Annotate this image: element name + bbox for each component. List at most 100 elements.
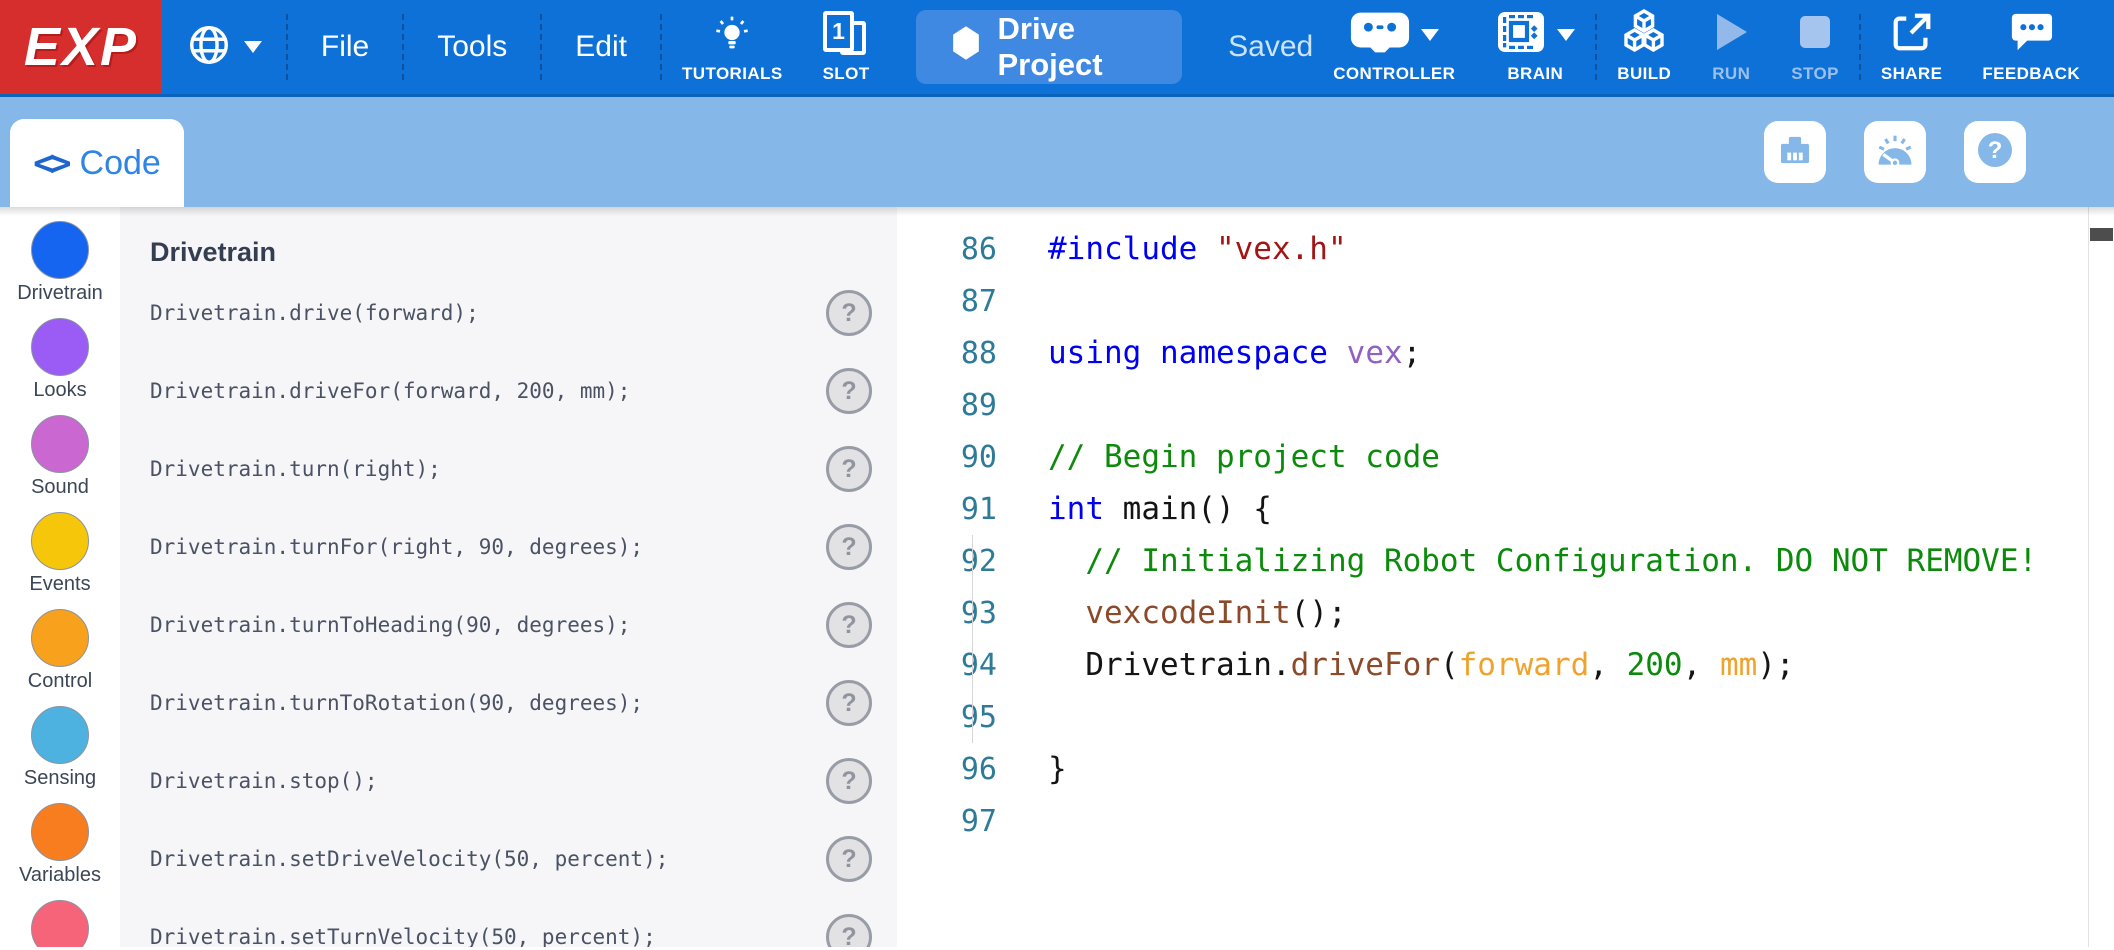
brain-label: BRAIN	[1507, 64, 1563, 84]
tutorials-button[interactable]: TUTORIALS	[662, 0, 803, 94]
line-number: 91	[897, 492, 997, 527]
menu-bar-left: FileToolsEdit	[162, 0, 662, 94]
command-item[interactable]: Drivetrain.turn(right);?	[120, 430, 897, 508]
category-circle-icon	[31, 512, 89, 570]
controller-button[interactable]: CONTROLLER	[1313, 0, 1475, 94]
token-plain: Drivetrain.	[1048, 647, 1291, 683]
menu-item-tools[interactable]: Tools	[404, 0, 540, 94]
devices-button[interactable]	[1764, 121, 1826, 183]
stop-button[interactable]: STOP	[1771, 0, 1859, 94]
svg-text:?: ?	[1988, 137, 2003, 164]
code-line: 97	[897, 795, 2114, 847]
language-selector[interactable]	[162, 0, 286, 94]
scrollbar-thumb[interactable]	[2090, 228, 2113, 241]
brain-icon	[1495, 7, 1547, 62]
code-line: 95	[897, 691, 2114, 743]
run-button[interactable]: RUN	[1691, 0, 1771, 94]
slot-button[interactable]: 1 SLOT	[803, 0, 890, 94]
token-num: 200	[1627, 647, 1683, 683]
category-circle-icon	[31, 415, 89, 473]
slot-label: SLOT	[823, 64, 870, 84]
category-circle-icon	[31, 318, 89, 376]
share-button[interactable]: SHARE	[1861, 0, 1963, 94]
command-help-button[interactable]: ?	[826, 524, 872, 570]
code-line: 94 Drivetrain.driveFor(forward, 200, mm)…	[897, 639, 2114, 691]
token-plain	[1328, 335, 1347, 371]
project-name-button[interactable]: Drive Project	[916, 10, 1183, 84]
command-help-button[interactable]: ?	[826, 446, 872, 492]
share-icon	[1889, 9, 1935, 60]
build-button[interactable]: BUILD	[1597, 0, 1691, 94]
menu-item-file[interactable]: File	[288, 0, 402, 94]
command-item[interactable]: Drivetrain.setTurnVelocity(50, percent);…	[120, 898, 897, 947]
token-cst: forward	[1459, 647, 1590, 683]
code-text: using namespace vex;	[1048, 335, 1421, 371]
code-text: int main() {	[1048, 491, 1272, 527]
category-sidebar: Drivetrain Looks Sound Events Control Sensing…	[0, 207, 120, 947]
command-help-button[interactable]: ?	[826, 290, 872, 336]
sidebar-item-drivetrain[interactable]: Drivetrain	[0, 221, 120, 305]
command-item[interactable]: Drivetrain.drive(forward);?	[120, 274, 897, 352]
code-text: vexcodeInit();	[1048, 595, 1347, 631]
line-number: 87	[897, 284, 997, 319]
sidebar-item-variables[interactable]: Variables	[0, 803, 120, 887]
line-number: 89	[897, 388, 997, 423]
code-text: Drivetrain.driveFor(forward, 200, mm);	[1048, 647, 1795, 683]
token-kw: namespace	[1160, 335, 1328, 371]
command-item[interactable]: Drivetrain.stop();?	[120, 742, 897, 820]
category-label: Sound	[31, 476, 89, 499]
line-number: 92	[897, 544, 997, 579]
token-str: "vex.h"	[1216, 231, 1347, 267]
command-text: Drivetrain.drive(forward);	[150, 301, 826, 325]
menu-item-edit[interactable]: Edit	[542, 0, 660, 94]
command-item[interactable]: Drivetrain.turnToRotation(90, degrees);?	[120, 664, 897, 742]
chevron-down-icon	[244, 41, 262, 53]
tutorials-label: TUTORIALS	[682, 64, 783, 84]
command-help-button[interactable]: ?	[826, 836, 872, 882]
sidebar-item-sound[interactable]: Sound	[0, 415, 120, 499]
sidebar-item-control[interactable]: Control	[0, 609, 120, 693]
command-text: Drivetrain.setDriveVelocity(50, percent)…	[150, 847, 826, 871]
line-number: 90	[897, 440, 997, 475]
sidebar-item-looks[interactable]: Looks	[0, 318, 120, 402]
command-help-button[interactable]: ?	[826, 680, 872, 726]
command-text: Drivetrain.stop();	[150, 769, 826, 793]
sidebar-item-sensing[interactable]: Sensing	[0, 706, 120, 790]
dashboard-button[interactable]	[1864, 121, 1926, 183]
feedback-button[interactable]: FEEDBACK	[1962, 0, 2100, 94]
category-circle-icon	[31, 706, 89, 764]
command-help-button[interactable]: ?	[826, 758, 872, 804]
token-com: // Begin project code	[1048, 439, 1440, 475]
tab-code[interactable]: <> Code	[10, 119, 184, 207]
brain-button[interactable]: BRAIN	[1475, 0, 1595, 94]
command-item[interactable]: Drivetrain.turnFor(right, 90, degrees);?	[120, 508, 897, 586]
command-list: Drivetrain.drive(forward);?Drivetrain.dr…	[120, 274, 897, 947]
command-item[interactable]: Drivetrain.turnToHeading(90, degrees);?	[120, 586, 897, 664]
command-help-button[interactable]: ?	[826, 914, 872, 947]
sidebar-item-events[interactable]: Events	[0, 512, 120, 596]
help-button[interactable]: ?	[1964, 121, 2026, 183]
device-port-icon	[1774, 129, 1816, 176]
slot-icon: 1	[823, 11, 869, 59]
play-icon	[1711, 10, 1751, 59]
line-number: 86	[897, 232, 997, 267]
code-line: 87	[897, 275, 2114, 327]
token-plain: ,	[1589, 647, 1626, 683]
code-editor[interactable]: 86#include "vex.h"8788using namespace ve…	[897, 207, 2114, 947]
palette-header: Drivetrain	[150, 237, 897, 268]
command-item[interactable]: Drivetrain.driveFor(forward, 200, mm);?	[120, 352, 897, 430]
chevron-down-icon	[1557, 29, 1575, 41]
band-buttons: ?	[1764, 121, 2026, 183]
category-label: Sensing	[24, 767, 96, 790]
command-palette: Drivetrain Drivetrain.drive(forward);?Dr…	[120, 207, 897, 947]
category-label: Drivetrain	[17, 282, 103, 305]
command-help-button[interactable]: ?	[826, 602, 872, 648]
tab-band: <> Code	[0, 97, 2114, 207]
code-tab-label: Code	[80, 144, 161, 183]
command-help-button[interactable]: ?	[826, 368, 872, 414]
token-plain: }	[1048, 751, 1067, 787]
sidebar-item-partial[interactable]	[0, 900, 120, 947]
token-plain	[1197, 231, 1216, 267]
command-item[interactable]: Drivetrain.setDriveVelocity(50, percent)…	[120, 820, 897, 898]
category-circle-icon	[31, 900, 89, 947]
